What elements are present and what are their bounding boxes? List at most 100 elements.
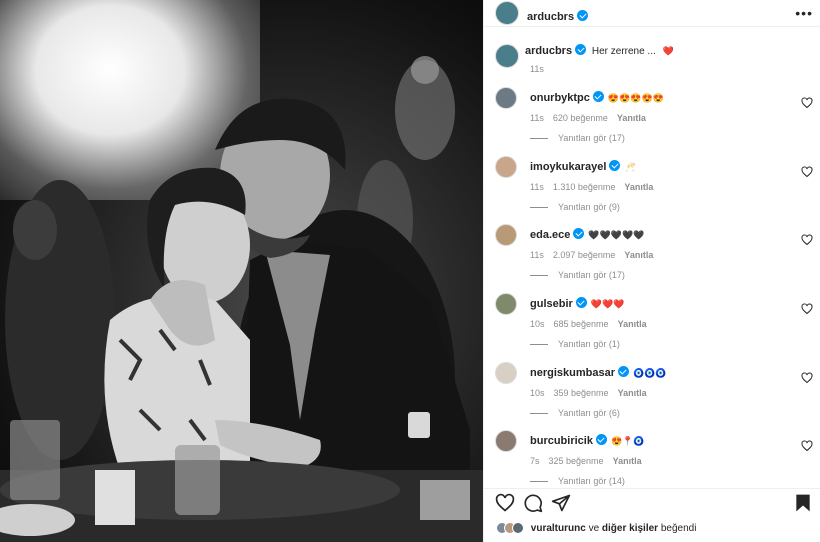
comment-item: imoykukarayel 🥂 11s 1.310 beğenme Yanıtla Yan… <box>495 156 815 226</box>
comment-avatar[interactable] <box>495 430 517 452</box>
comment-text-row: imoykukarayel 🥂 <box>530 160 636 173</box>
post-actions-bar: vuralturunc ve diğer kişiler beğendi <box>484 488 820 542</box>
comment-like-count[interactable]: 620 beğenme <box>553 113 608 123</box>
comment-meta: 11s 2.097 beğenme Yanıtla <box>530 250 662 260</box>
comment-text-row: gulsebir ❤️❤️❤️ <box>530 297 624 310</box>
comment-timestamp[interactable]: 10s <box>530 319 545 329</box>
likes-text: vuralturunc ve diğer kişiler beğendi <box>531 523 697 534</box>
caption-timestamp[interactable]: 11s <box>530 64 544 74</box>
photo-illustration <box>0 56 483 542</box>
verified-icon <box>577 10 589 21</box>
comment-reply-button[interactable]: Yanıtla <box>618 388 647 398</box>
verified-icon <box>592 91 604 102</box>
comment-like-heart-icon[interactable] <box>801 166 813 178</box>
view-replies-button[interactable]: Yanıtları gör (9) <box>530 202 620 212</box>
post-photo[interactable] <box>0 0 483 542</box>
comment-like-count[interactable]: 359 beğenme <box>554 388 609 398</box>
more-options-icon[interactable]: ••• <box>795 5 813 21</box>
verified-icon <box>595 434 607 445</box>
comment-reply-button[interactable]: Yanıtla <box>617 113 646 123</box>
comment-item: eda.ece 🖤🖤🖤🖤🖤 11s 2.097 beğenme Yanıtla Yanıt… <box>495 224 815 294</box>
comment-avatar[interactable] <box>495 293 517 315</box>
comment-timestamp[interactable]: 11s <box>530 182 544 192</box>
comment-username[interactable]: nergiskumbasar <box>530 367 615 379</box>
replies-divider <box>530 275 548 277</box>
likes-connector: ve <box>588 522 600 534</box>
comment-text-row: burcubiricik 😍📍🧿 <box>530 434 645 447</box>
comment-avatar[interactable] <box>495 224 517 246</box>
comment-like-count[interactable]: 685 beğenme <box>554 319 609 329</box>
comment-username[interactable]: burcubiricik <box>530 435 593 447</box>
comment-text-row: eda.ece 🖤🖤🖤🖤🖤 <box>530 228 644 241</box>
comment-reply-button[interactable]: Yanıtla <box>613 456 642 466</box>
comment-text-row: onurbyktpc 😍😍😍😍😍 <box>530 91 664 104</box>
comment-meta: 11s 1.310 beğenme Yanıtla <box>530 182 662 192</box>
replies-divider <box>530 481 548 483</box>
comment-meta: 7s 325 beğenme Yanıtla <box>530 456 651 466</box>
comment-reply-button[interactable]: Yanıtla <box>618 319 647 329</box>
caption-author-username[interactable]: arducbrs <box>525 45 572 57</box>
comment-timestamp[interactable]: 11s <box>530 250 544 260</box>
post-header: arducbrs ••• <box>484 0 820 27</box>
comment-like-count[interactable]: 325 beğenme <box>549 456 604 466</box>
view-replies-button[interactable]: Yanıtları gör (17) <box>530 133 625 143</box>
view-replies-button[interactable]: Yanıtları gör (17) <box>530 270 625 280</box>
comment-meta: 11s 620 beğenme Yanıtla <box>530 113 655 123</box>
verified-icon <box>617 366 629 377</box>
verified-icon <box>575 44 587 55</box>
author-avatar[interactable] <box>495 1 519 25</box>
comment-like-heart-icon[interactable] <box>801 303 813 315</box>
comment-timestamp[interactable]: 7s <box>530 456 540 466</box>
comment-reply-button[interactable]: Yanıtla <box>624 182 653 192</box>
comment-item: onurbyktpc 😍😍😍😍😍 11s 620 beğenme Yanıtla Yanı… <box>495 87 815 157</box>
share-icon[interactable] <box>551 493 571 513</box>
comment-avatar[interactable] <box>495 362 517 384</box>
view-replies-label: Yanıtları gör (14) <box>558 476 625 486</box>
comment-item: gulsebir ❤️❤️❤️ 10s 685 beğenme Yanıtla Yanıt… <box>495 293 815 363</box>
comment-like-count[interactable]: 2.097 beğenme <box>553 250 616 260</box>
comment-text: 🖤🖤🖤🖤🖤 <box>588 230 645 240</box>
author-username[interactable]: arducbrs <box>527 11 574 23</box>
liker-username[interactable]: vuralturunc <box>531 523 586 534</box>
comment-like-heart-icon[interactable] <box>801 234 813 246</box>
comment-like-heart-icon[interactable] <box>801 372 813 384</box>
comment-like-heart-icon[interactable] <box>801 97 813 109</box>
comment-timestamp[interactable]: 11s <box>530 113 544 123</box>
save-bookmark-icon[interactable] <box>793 493 813 513</box>
view-replies-button[interactable]: Yanıtları gör (14) <box>530 476 625 486</box>
like-icon[interactable] <box>495 493 515 513</box>
comment-like-heart-icon[interactable] <box>801 440 813 452</box>
caption-author-avatar[interactable] <box>495 44 519 68</box>
liker-avatar <box>512 522 524 534</box>
comment-username[interactable]: imoykukarayel <box>530 161 606 173</box>
replies-divider <box>530 344 548 346</box>
comment-text-row: nergiskumbasar 🧿🧿🧿 <box>530 366 667 379</box>
comment-text: 🥂 <box>624 162 636 172</box>
view-replies-label: Yanıtları gör (17) <box>558 270 625 280</box>
view-replies-button[interactable]: Yanıtları gör (6) <box>530 408 620 418</box>
comment-icon[interactable] <box>523 493 543 513</box>
likes-summary: vuralturunc ve diğer kişiler beğendi <box>496 522 696 534</box>
comment-username[interactable]: eda.ece <box>530 229 570 241</box>
view-replies-label: Yanıtları gör (1) <box>558 339 620 349</box>
post-side-panel: arducbrs ••• arducbrs Her zerrene ... ❤️… <box>483 0 820 542</box>
comment-text: 😍📍🧿 <box>610 436 645 446</box>
comment-reply-button[interactable]: Yanıtla <box>624 250 653 260</box>
liker-others-link[interactable]: diğer kişiler <box>602 523 658 534</box>
comment-username[interactable]: gulsebir <box>530 298 573 310</box>
verified-icon <box>573 228 585 239</box>
comment-avatar[interactable] <box>495 156 517 178</box>
comment-avatar[interactable] <box>495 87 517 109</box>
comment-like-count[interactable]: 1.310 beğenme <box>553 182 616 192</box>
caption-text: Her zerrene ... <box>591 46 656 57</box>
comment-text: 🧿🧿🧿 <box>632 368 667 378</box>
comment-timestamp[interactable]: 10s <box>530 388 545 398</box>
view-replies-button[interactable]: Yanıtları gör (1) <box>530 339 620 349</box>
view-replies-label: Yanıtları gör (17) <box>558 133 625 143</box>
replies-divider <box>530 413 548 415</box>
view-replies-label: Yanıtları gör (6) <box>558 408 620 418</box>
verified-icon <box>575 297 587 308</box>
comment-username[interactable]: onurbyktpc <box>530 92 590 104</box>
verified-icon <box>609 160 621 171</box>
replies-divider <box>530 138 548 140</box>
